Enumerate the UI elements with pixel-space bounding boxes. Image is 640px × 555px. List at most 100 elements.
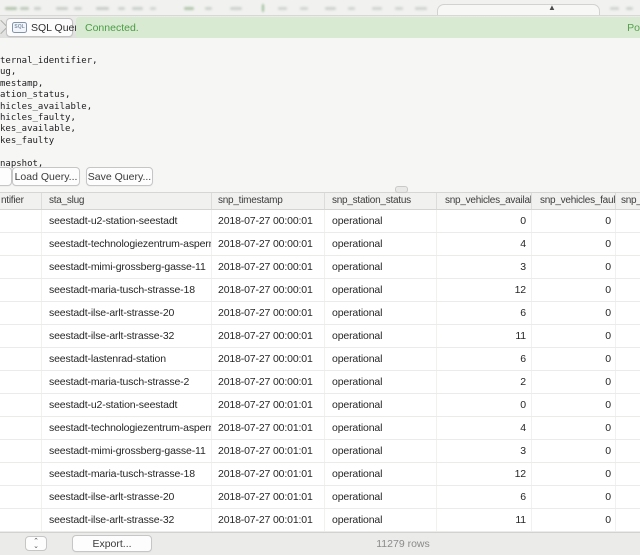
table-row[interactable]: seestadt-maria-tusch-strasse-182018-07-2… xyxy=(0,463,640,486)
cell-snp_b xyxy=(616,463,640,485)
column-header-snp_vehicles_faulty[interactable]: snp_vehicles_faulty xyxy=(532,193,616,209)
bottom-status-bar: ⌃ ⌄ Export... 11279 rows xyxy=(0,532,640,555)
table-row[interactable]: seestadt-ilse-arlt-strasse-322018-07-27 … xyxy=(0,509,640,532)
cell-sta_slug: seestadt-u2-station-seestadt xyxy=(42,394,212,416)
blur-artifact xyxy=(118,7,125,10)
cell-snp_timestamp: 2018-07-27 00:00:01 xyxy=(212,210,325,232)
cell-snp_vehicles_faulty: 0 xyxy=(532,279,616,301)
cell-snp_vehicles_faulty: 0 xyxy=(532,325,616,347)
cell-sta_slug: seestadt-mimi-grossberg-gasse-11 xyxy=(42,440,212,462)
column-header-identifier[interactable]: ntifier xyxy=(0,193,42,209)
cell-snp_station_status: operational xyxy=(325,233,437,255)
blur-artifact xyxy=(348,7,355,10)
cell-identifier xyxy=(0,463,42,485)
column-header-snp_b[interactable]: snp_b xyxy=(616,193,640,209)
cell-snp_b xyxy=(616,440,640,462)
table-row[interactable]: seestadt-ilse-arlt-strasse-322018-07-27 … xyxy=(0,325,640,348)
column-header-snp_station_status[interactable]: snp_station_status xyxy=(325,193,437,209)
blur-artifact xyxy=(372,7,382,10)
cell-snp_vehicles_faulty: 0 xyxy=(532,440,616,462)
table-row[interactable]: seestadt-technologiezentrum-aspern-iq201… xyxy=(0,233,640,256)
cell-sta_slug: seestadt-u2-station-seestadt xyxy=(42,210,212,232)
connection-status-bar: Connected. Po xyxy=(76,17,640,38)
cell-snp_timestamp: 2018-07-27 00:01:01 xyxy=(212,440,325,462)
cell-snp_b xyxy=(616,279,640,301)
save-query-button[interactable]: Save Query... xyxy=(86,167,153,186)
blur-artifact xyxy=(96,7,109,10)
cell-snp_station_status: operational xyxy=(325,256,437,278)
table-row[interactable]: seestadt-technologiezentrum-aspern-iq201… xyxy=(0,417,640,440)
cell-snp_vehicles_available: 3 xyxy=(437,256,532,278)
blur-artifact xyxy=(278,7,287,10)
cell-snp_timestamp: 2018-07-27 00:01:01 xyxy=(212,463,325,485)
cell-snp_timestamp: 2018-07-27 00:01:01 xyxy=(212,417,325,439)
cell-snp_timestamp: 2018-07-27 00:01:01 xyxy=(212,509,325,531)
query-tab-bar: SQL SQL Query Connected. Po xyxy=(0,15,640,38)
cell-snp_b xyxy=(616,371,640,393)
cell-snp_station_status: operational xyxy=(325,371,437,393)
table-row[interactable]: seestadt-mimi-grossberg-gasse-112018-07-… xyxy=(0,256,640,279)
cell-snp_station_status: operational xyxy=(325,463,437,485)
table-row[interactable]: seestadt-u2-station-seestadt2018-07-27 0… xyxy=(0,394,640,417)
cell-snp_vehicles_faulty: 0 xyxy=(532,394,616,416)
table-row[interactable]: seestadt-ilse-arlt-strasse-202018-07-27 … xyxy=(0,302,640,325)
scroll-indicator[interactable] xyxy=(395,186,408,193)
cell-sta_slug: seestadt-maria-tusch-strasse-18 xyxy=(42,463,212,485)
cell-snp_station_status: operational xyxy=(325,509,437,531)
sql-client-window: ▲ SQL SQL Query Connected. Po ternal_ide… xyxy=(0,0,640,555)
sql-code[interactable]: ternal_identifier, ug, mestamp, ation_st… xyxy=(0,56,98,170)
cell-sta_slug: seestadt-maria-tusch-strasse-18 xyxy=(42,279,212,301)
column-header-sta_slug[interactable]: sta_slug xyxy=(42,193,212,209)
cell-snp_vehicles_faulty: 0 xyxy=(532,486,616,508)
cell-identifier xyxy=(0,371,42,393)
blur-artifact xyxy=(415,7,427,10)
table-row[interactable]: seestadt-maria-tusch-strasse-22018-07-27… xyxy=(0,371,640,394)
row-count: 11279 rows xyxy=(340,533,466,555)
stepper-down-icon[interactable]: ⌄ xyxy=(33,544,39,549)
page-stepper[interactable]: ⌃ ⌄ xyxy=(25,536,47,551)
cell-snp_vehicles_faulty: 0 xyxy=(532,256,616,278)
cell-snp_timestamp: 2018-07-27 00:00:01 xyxy=(212,302,325,324)
connection-status-text: Connected. xyxy=(76,22,627,34)
cell-snp_b xyxy=(616,210,640,232)
results-table-body: seestadt-u2-station-seestadt2018-07-27 0… xyxy=(0,210,640,532)
cell-snp_station_status: operational xyxy=(325,302,437,324)
tab-sql-query[interactable]: SQL SQL Query xyxy=(6,18,73,37)
cell-identifier xyxy=(0,394,42,416)
column-header-snp_timestamp[interactable]: snp_timestamp xyxy=(212,193,325,209)
sort-arrow-icon: ▲ xyxy=(548,2,556,14)
cell-identifier xyxy=(0,509,42,531)
cell-snp_timestamp: 2018-07-27 00:00:01 xyxy=(212,348,325,370)
blur-artifact xyxy=(184,7,194,10)
cell-identifier xyxy=(0,210,42,232)
table-row[interactable]: seestadt-lastenrad-station2018-07-27 00:… xyxy=(0,348,640,371)
export-button[interactable]: Export... xyxy=(72,535,152,552)
cell-snp_timestamp: 2018-07-27 00:01:01 xyxy=(212,394,325,416)
cell-snp_b xyxy=(616,302,640,324)
table-row[interactable]: seestadt-mimi-grossberg-gasse-112018-07-… xyxy=(0,440,640,463)
load-query-button[interactable]: Load Query... xyxy=(12,167,80,186)
cutoff-button[interactable] xyxy=(0,167,12,186)
table-row[interactable]: seestadt-ilse-arlt-strasse-202018-07-27 … xyxy=(0,486,640,509)
table-row[interactable]: seestadt-u2-station-seestadt2018-07-27 0… xyxy=(0,210,640,233)
cell-snp_b xyxy=(616,394,640,416)
cell-snp_timestamp: 2018-07-27 00:00:01 xyxy=(212,371,325,393)
cell-snp_b xyxy=(616,348,640,370)
cell-snp_vehicles_faulty: 0 xyxy=(532,509,616,531)
cell-snp_station_status: operational xyxy=(325,486,437,508)
column-header-snp_vehicles_available[interactable]: snp_vehicles_available xyxy=(437,193,532,209)
cell-snp_station_status: operational xyxy=(325,440,437,462)
cell-identifier xyxy=(0,348,42,370)
faded-toolbar-strip: ▲ xyxy=(0,0,640,15)
cell-identifier xyxy=(0,325,42,347)
cell-snp_vehicles_available: 6 xyxy=(437,486,532,508)
cell-snp_b xyxy=(616,486,640,508)
table-row[interactable]: seestadt-maria-tusch-strasse-182018-07-2… xyxy=(0,279,640,302)
connection-status-right-text: Po xyxy=(627,22,640,34)
blur-artifact xyxy=(56,7,68,10)
cell-sta_slug: seestadt-ilse-arlt-strasse-20 xyxy=(42,302,212,324)
cell-snp_vehicles_available: 6 xyxy=(437,348,532,370)
cell-snp_vehicles_available: 0 xyxy=(437,394,532,416)
blur-artifact xyxy=(74,7,82,10)
sql-editor[interactable]: ternal_identifier, ug, mestamp, ation_st… xyxy=(0,38,640,192)
